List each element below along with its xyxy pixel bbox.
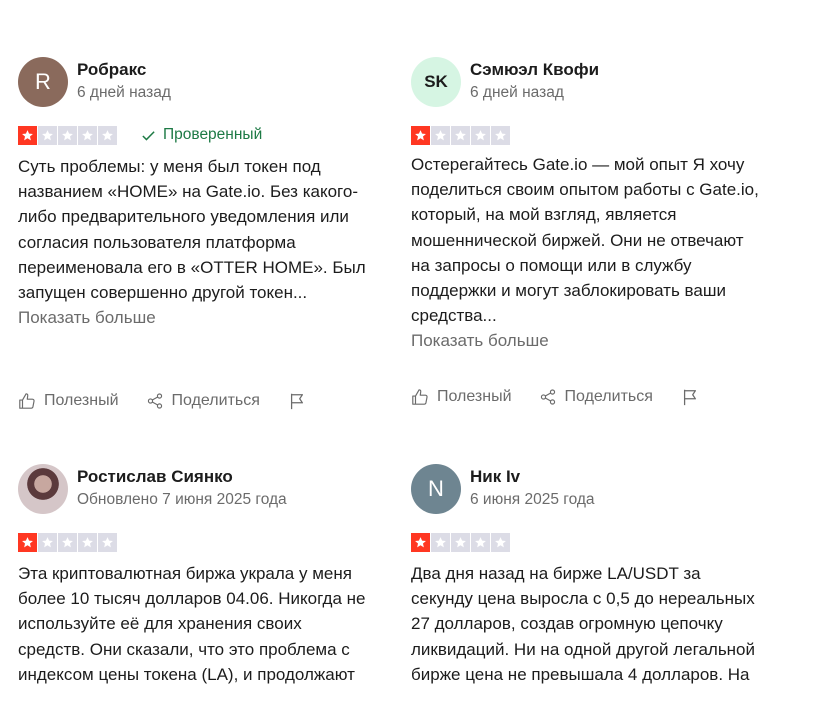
review-actions: Полезный Поделиться [18,392,306,410]
show-more-link[interactable]: Показать больше [18,308,156,327]
avatar-initials: N [428,476,444,501]
star-icon [451,125,470,145]
review-header: R Робракс 6 дней назад [18,57,368,107]
report-button[interactable] [681,388,699,406]
avatar[interactable]: SK [411,57,461,107]
star-rating [18,532,117,552]
review-date: 6 дней назад [470,84,564,101]
star-rating [411,125,510,145]
star-icon [18,532,37,552]
star-icon [18,125,37,145]
star-icon [491,532,510,552]
star-rating [411,532,510,552]
review-text: Остерегайтесь Gate.io — мой опыт Я хочу … [411,152,761,354]
verified-badge[interactable]: Проверенный [141,126,262,144]
avatar-initials: R [35,69,51,94]
review-body: Эта криптовалютная биржа украла у меня б… [18,564,366,684]
star-icon [411,532,430,552]
share-button[interactable]: Поделиться [146,392,260,410]
show-more-link[interactable]: Показать больше [411,331,549,350]
star-icon [78,125,97,145]
useful-button[interactable]: Полезный [411,388,512,406]
star-icon [411,125,430,145]
star-icon [471,125,490,145]
avatar-initials: SK [424,72,448,91]
review-header: SK Сэмюэл Квофи 6 дней назад [411,57,761,107]
share-label: Поделиться [171,392,260,409]
star-icon [491,125,510,145]
star-icon [431,532,450,552]
review-date: 6 дней назад [77,84,171,101]
share-icon [540,389,555,405]
flag-icon [683,389,696,406]
review-card: Ростислав Сиянко Обновлено 7 июня 2025 г… [18,464,368,687]
reviewer-name[interactable]: Сэмюэл Квофи [470,59,599,81]
review-body: Два дня назад на бирже LA/USDT за секунд… [411,564,756,684]
flag-icon [290,393,303,410]
review-text: Суть проблемы: у меня был токен под назв… [18,154,368,330]
review-header: N Ник Iv 6 июня 2025 года [411,464,761,514]
review-body: Суть проблемы: у меня был токен под назв… [18,157,366,303]
star-icon [451,532,470,552]
useful-label: Полезный [437,388,512,405]
star-icon [98,125,117,145]
avatar[interactable] [18,464,68,514]
verified-label: Проверенный [163,126,263,143]
review-date: 6 июня 2025 года [470,491,595,508]
star-icon [58,125,77,145]
thumbs-up-icon [412,389,428,405]
review-text: Два дня назад на бирже LA/USDT за секунд… [411,561,761,687]
review-card: N Ник Iv 6 июня 2025 года Два дня назад … [411,464,761,687]
review-body: Остерегайтесь Gate.io — мой опыт Я хочу … [411,155,759,326]
report-button[interactable] [288,392,306,410]
share-button[interactable]: Поделиться [539,388,653,406]
share-label: Поделиться [564,388,653,405]
useful-label: Полезный [44,392,119,409]
check-icon [142,130,155,141]
review-card: SK Сэмюэл Квофи 6 дней назад Остерегайте… [411,57,761,354]
star-icon [58,532,77,552]
star-icon [431,125,450,145]
reviewer-name[interactable]: Ник Iv [470,466,595,488]
star-icon [38,532,57,552]
avatar[interactable]: R [18,57,68,107]
reviewer-name[interactable]: Робракс [77,59,171,81]
avatar[interactable]: N [411,464,461,514]
review-text: Эта криптовалютная биржа украла у меня б… [18,561,368,687]
review-header: Ростислав Сиянко Обновлено 7 июня 2025 г… [18,464,368,514]
useful-button[interactable]: Полезный [18,392,119,410]
share-icon [147,393,162,409]
star-icon [38,125,57,145]
review-actions: Полезный Поделиться [411,388,699,406]
reviewer-name[interactable]: Ростислав Сиянко [77,466,287,488]
star-rating [18,125,117,145]
star-icon [98,532,117,552]
thumbs-up-icon [19,393,35,409]
review-date: Обновлено 7 июня 2025 года [77,491,287,508]
star-icon [78,532,97,552]
star-icon [471,532,490,552]
review-card: R Робракс 6 дней назад Проверенный Суть … [18,57,368,330]
